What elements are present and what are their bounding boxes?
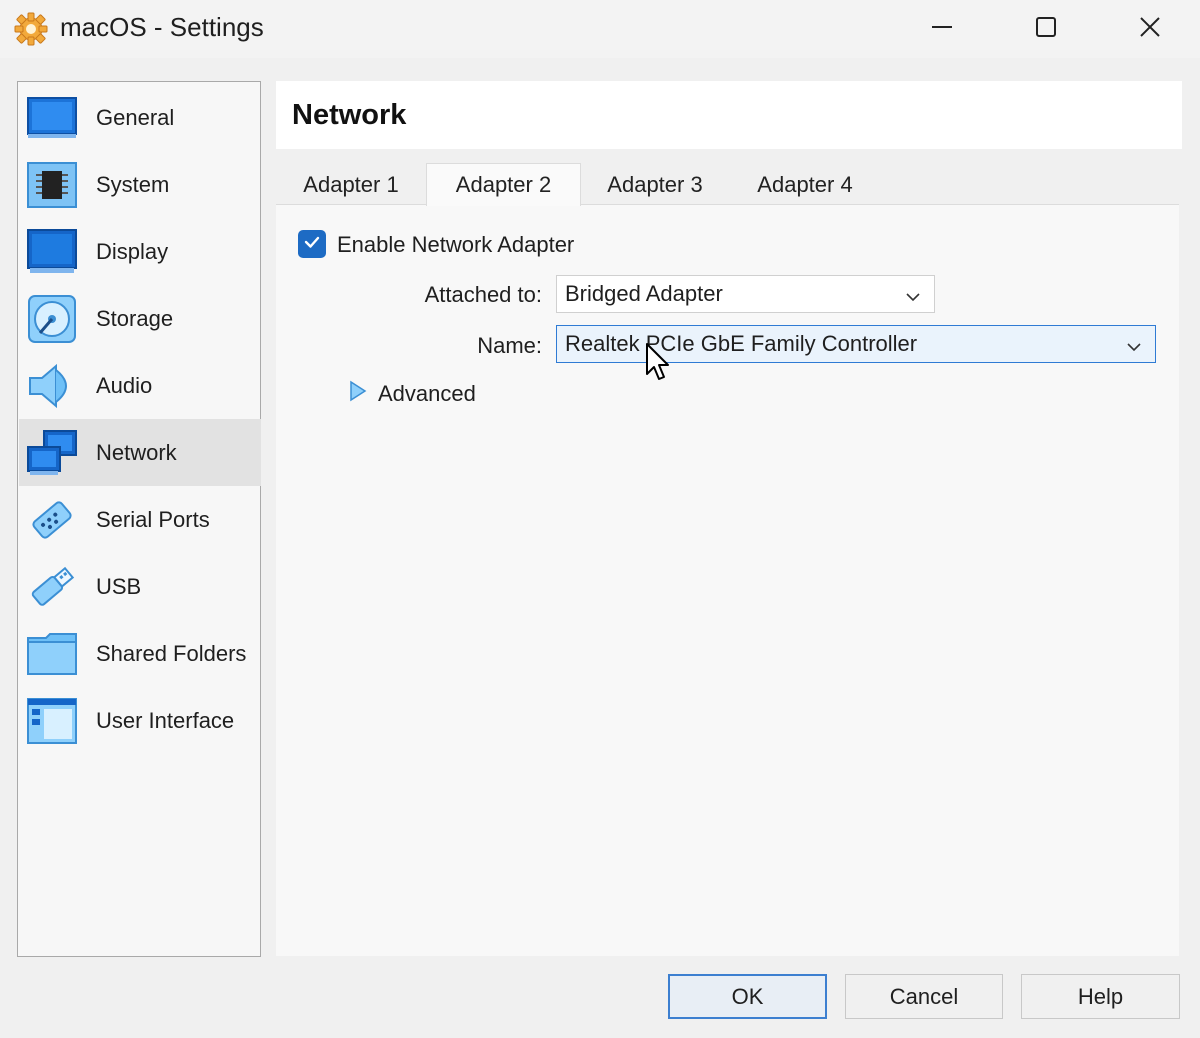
page-header: Network (276, 81, 1182, 149)
gear-icon (12, 10, 50, 48)
ok-button[interactable]: OK (668, 974, 827, 1019)
maximize-icon (1034, 15, 1058, 44)
cancel-button[interactable]: Cancel (845, 974, 1003, 1019)
maximize-button[interactable] (994, 0, 1098, 58)
close-button[interactable] (1098, 0, 1200, 58)
chevron-down-icon (1125, 336, 1143, 362)
settings-sidebar: General System Display Storage Audio Net… (17, 81, 261, 957)
sidebar-item-label: Network (96, 439, 177, 465)
sidebar-item-network[interactable]: Network (19, 419, 261, 486)
sidebar-item-label: USB (96, 573, 142, 599)
minimize-icon (930, 15, 954, 44)
sidebar-item-label: Shared Folders (96, 640, 247, 666)
attached-to-label: Attached to: (424, 282, 542, 307)
tab-adapter-2[interactable]: Adapter 2 (426, 163, 581, 206)
title-bar: macOS - Settings (0, 0, 1200, 58)
advanced-toggle[interactable]: Advanced (348, 380, 476, 407)
chevron-down-icon (904, 286, 922, 312)
sidebar-item-usb[interactable]: USB (19, 553, 261, 620)
tab-adapter-1[interactable]: Adapter 1 (282, 165, 420, 205)
display-monitor-icon (24, 224, 80, 280)
enable-adapter-checkbox[interactable] (298, 230, 326, 258)
sidebar-item-system[interactable]: System (19, 151, 261, 218)
system-chip-icon (24, 157, 80, 213)
checkmark-icon (302, 232, 322, 257)
sidebar-item-serial-ports[interactable]: Serial Ports (19, 486, 261, 553)
window-title: macOS - Settings (60, 12, 264, 42)
general-icon (24, 90, 80, 146)
page-title: Network (292, 99, 407, 131)
help-button[interactable]: Help (1021, 974, 1180, 1019)
sidebar-item-label: Serial Ports (96, 506, 210, 532)
storage-disk-icon (24, 291, 80, 347)
sidebar-item-label: General (96, 104, 175, 130)
enable-adapter-label[interactable]: Enable Network Adapter (337, 232, 574, 258)
tab-adapter-4[interactable]: Adapter 4 (735, 165, 875, 205)
network-icon (24, 425, 80, 481)
tab-adapter-3[interactable]: Adapter 3 (585, 165, 725, 205)
folder-icon (24, 626, 80, 682)
name-label: Name: (477, 333, 542, 358)
adapter-settings-panel (276, 204, 1179, 956)
sidebar-item-label: User Interface (96, 707, 235, 733)
sidebar-item-shared-folders[interactable]: Shared Folders (19, 620, 261, 687)
usb-icon (24, 559, 80, 615)
serial-port-icon (24, 492, 80, 548)
triangle-right-icon (348, 380, 368, 407)
mouse-pointer-icon (645, 342, 671, 387)
close-icon (1138, 15, 1162, 44)
sidebar-item-display[interactable]: Display (19, 218, 261, 285)
audio-speaker-icon (24, 358, 80, 414)
minimize-button[interactable] (890, 0, 994, 58)
sidebar-item-label: Storage (96, 305, 174, 331)
user-interface-icon (24, 693, 80, 749)
sidebar-item-storage[interactable]: Storage (19, 285, 261, 352)
attached-to-select[interactable]: Bridged Adapter (556, 275, 935, 313)
adapter-name-value: Realtek PCIe GbE Family Controller (565, 331, 918, 356)
attached-to-value: Bridged Adapter (565, 281, 723, 306)
sidebar-item-label: System (96, 171, 170, 197)
sidebar-item-label: Display (96, 238, 169, 264)
sidebar-item-general[interactable]: General (19, 84, 261, 151)
sidebar-item-audio[interactable]: Audio (19, 352, 261, 419)
advanced-label: Advanced (378, 380, 476, 406)
sidebar-item-label: Audio (96, 372, 153, 398)
sidebar-item-user-interface[interactable]: User Interface (19, 687, 261, 754)
